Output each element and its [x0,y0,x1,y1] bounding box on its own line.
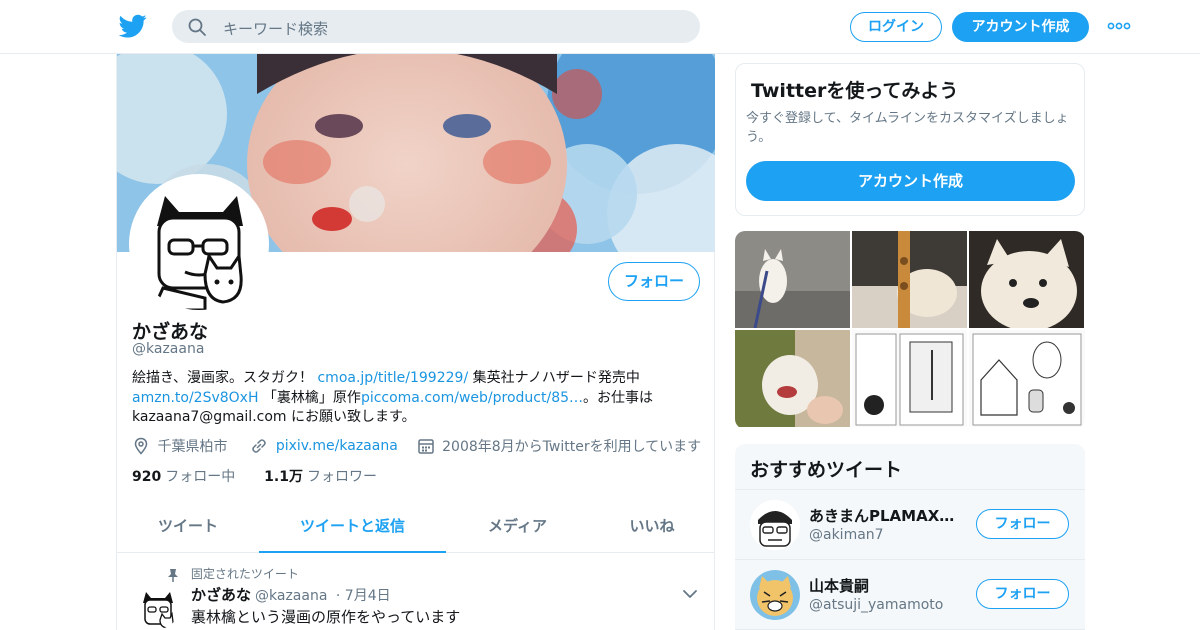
tab-tweets[interactable]: ツイート [117,503,259,553]
profile-joined: 2008年8月からTwitterを利用しています [442,439,702,455]
location-icon [134,437,148,455]
tweet-text: 裏林檎という漫画の原作をやっています [191,608,461,626]
media-thumbnail[interactable] [969,330,1085,427]
manga-page [852,330,967,427]
bio-text: 「裏林檎」原作 [258,389,361,406]
chevron-down-icon[interactable] [682,588,698,600]
dog-photo [735,330,850,427]
bio-link-piccoma[interactable]: piccoma.com/web/product/85… [361,390,583,406]
signup-card-title: Twitterを使ってみよう [751,80,959,102]
media-thumbnail[interactable] [969,231,1084,328]
tab-media[interactable]: メディア [446,503,589,553]
bio-text: 集英社ナノハザード発売中 [468,370,640,386]
following-count: 920 [132,469,162,485]
profile-location: 千葉県柏市 [157,439,228,455]
recommended-handle[interactable]: @akiman7 [809,527,884,543]
tweet-avatar-illustration [137,587,179,629]
bio-text: 絵描き、漫画家。スタガク！ [132,370,318,386]
signup-card-description: 今すぐ登録して、タイムラインをカスタマイズしましょう。 [746,111,1069,145]
profile-website[interactable]: pixiv.me/kazaana [276,438,398,454]
top-bar: キーワード検索 ログイン アカウント作成 [0,0,1200,54]
search-input[interactable]: キーワード検索 [223,18,328,39]
manga-page [969,330,1085,427]
followers-count: 1.1万 [264,469,303,485]
profile-meta: 千葉県柏市 pixiv.me/kazaana 2008年8月からTwitterを… [132,436,701,456]
bio-link-cmoa[interactable]: cmoa.jp/title/199229/ [317,370,468,386]
tab-likes[interactable]: いいね [589,503,715,553]
link-icon [252,439,267,453]
tweet-avatar[interactable] [137,587,179,629]
recommended-avatar[interactable] [750,500,800,550]
media-grid [735,231,1085,429]
recommended-name[interactable]: あきまんPLAMAX「… [809,505,961,526]
recommended-heading: おすすめツイート [750,459,903,481]
followers-label: フォロワー [306,469,377,485]
tweet-date[interactable]: 7月4日 [345,588,391,604]
pin-icon [168,568,178,582]
media-thumbnail[interactable] [852,330,967,427]
media-thumbnail[interactable] [852,231,967,328]
avatar-illustration [133,178,265,310]
tweet-author-handle[interactable]: @kazaana [255,588,327,604]
following-link[interactable]: 920 フォロー中 [132,469,235,485]
bio-link-amazon[interactable]: amzn.to/2Sv8OxH [132,390,258,406]
avatar-illustration [750,500,800,550]
avatar-illustration [750,570,800,620]
profile-name: かざあな [132,321,209,343]
media-thumbnail[interactable] [735,231,850,328]
more-dots-icon[interactable] [1107,20,1131,32]
tweet-header: かざあな @kazaana · 7月4日 [191,586,391,604]
signup-button[interactable]: アカウント作成 [952,12,1089,42]
recommended-follow-button[interactable]: フォロー [976,509,1069,539]
recommended-tweets: おすすめツイート あきまんPLAMAX「… @akiman7 フォロー 山本貴嗣… [735,444,1085,630]
profile-handle[interactable]: @kazaana [132,341,204,357]
profile-tabs: ツイート ツイートと返信 メディア いいね [117,503,715,553]
followers-link[interactable]: 1.1万 フォロワー [264,469,377,485]
calendar-icon [417,439,434,454]
recommended-item[interactable]: あきまんPLAMAX「… @akiman7 フォロー [735,490,1085,560]
dog-photo [852,231,967,328]
recommended-name[interactable]: 山本貴嗣 [809,575,961,596]
tweet-author-name[interactable]: かざあな [191,586,251,604]
signup-card: Twitterを使ってみよう 今すぐ登録して、タイムラインをカスタマイズしましょ… [735,63,1085,216]
following-label: フォロー中 [165,469,236,485]
pinned-tweet[interactable]: 固定されたツイート かざあな @kazaana · 7月4日 裏林檎という漫画の原… [117,554,715,630]
tab-tweets-and-replies[interactable]: ツイートと返信 [259,503,446,553]
media-thumbnail[interactable] [735,330,850,427]
dog-photo [969,231,1084,328]
dog-photo [735,231,850,328]
search-icon [188,18,206,36]
pinned-label: 固定されたツイート [190,567,299,581]
search-box[interactable]: キーワード検索 [172,10,700,43]
recommended-avatar[interactable] [750,570,800,620]
profile-counts: 920 フォロー中 1.1万 フォロワー [132,466,377,486]
recommended-handle[interactable]: @atsuji_yamamoto [809,597,943,613]
twitter-bird-icon[interactable] [119,12,147,40]
pinned-row: 固定されたツイート [167,565,299,582]
follow-button[interactable]: フォロー [608,262,700,301]
login-button[interactable]: ログイン [850,12,942,42]
profile-avatar[interactable] [129,174,269,314]
profile-bio: 絵描き、漫画家。スタガク！ cmoa.jp/title/199229/ 集英社ナ… [132,369,662,428]
recommended-follow-button[interactable]: フォロー [976,579,1069,609]
recommended-item[interactable]: 山本貴嗣 @atsuji_yamamoto フォロー [735,560,1085,630]
signup-card-button[interactable]: アカウント作成 [746,161,1075,201]
profile-column: フォロー かざあな @kazaana 絵描き、漫画家。スタガク！ cmoa.jp… [116,54,715,630]
